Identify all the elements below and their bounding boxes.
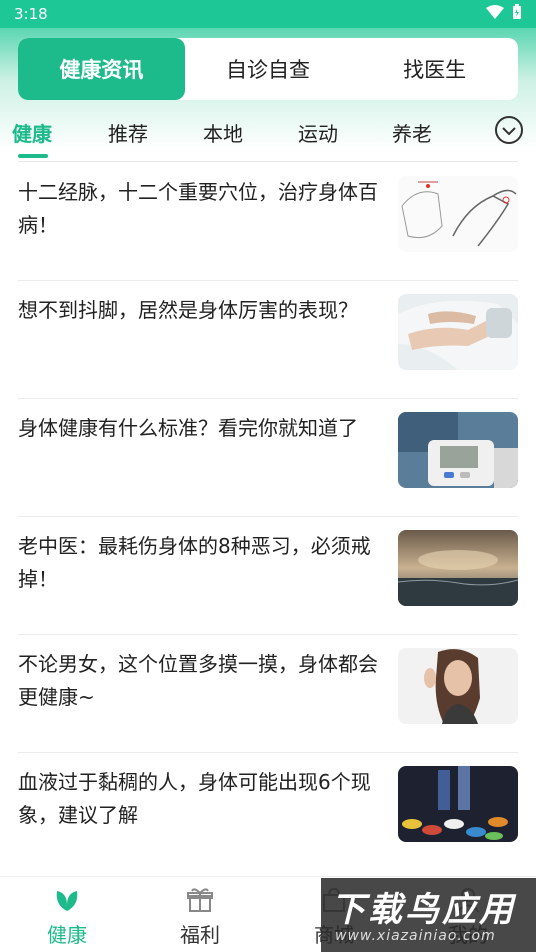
article-thumbnail [398, 766, 518, 842]
watermark-logo: 下载鸟应用 www.xiazainiao.com [321, 878, 536, 952]
article-item[interactable]: 想不到抖脚，居然是身体厉害的表现？ [18, 294, 518, 412]
article-title: 不论男女，这个位置多摸一摸，身体都会更健康~ [18, 652, 378, 709]
divider [18, 161, 518, 162]
article-title: 身体健康有什么标准？看完你就知道了 [18, 416, 358, 440]
article-divider [18, 634, 518, 635]
nav-health[interactable]: 健康 [27, 887, 107, 948]
category-recommend[interactable]: 推荐 [108, 118, 148, 147]
tab-self-diagnosis[interactable]: 自诊自查 [185, 38, 352, 100]
article-title: 血液过于黏稠的人，身体可能出现6个现象，建议了解 [18, 770, 371, 827]
nav-label: 福利 [180, 923, 220, 947]
acupuncture-image [398, 176, 518, 252]
article-thumbnail [398, 412, 518, 488]
nav-label: 健康 [47, 923, 87, 947]
category-sports[interactable]: 运动 [298, 118, 338, 147]
category-elderly[interactable]: 养老 [392, 118, 432, 147]
article-title: 十二经脉，十二个重要穴位，治疗身体百病！ [18, 180, 378, 237]
article-divider [18, 752, 518, 753]
article-item[interactable]: 不论男女，这个位置多摸一摸，身体都会更健康~ [18, 648, 518, 766]
status-bar: 3:18 [0, 0, 536, 28]
article-item[interactable]: 身体健康有什么标准？看完你就知道了 [18, 412, 518, 530]
category-tabs: 健康 推荐 本地 运动 养老 [0, 108, 536, 160]
leaf-icon [53, 891, 81, 917]
article-item[interactable]: 十二经脉，十二个重要穴位，治疗身体百病！ [18, 176, 518, 294]
battery-icon [512, 4, 522, 24]
status-time: 3:18 [14, 5, 48, 23]
expand-categories-button[interactable] [495, 116, 523, 144]
article-thumbnail [398, 648, 518, 724]
article-divider [18, 280, 518, 281]
tab-health-news[interactable]: 健康资讯 [18, 38, 185, 100]
legs-image [398, 294, 518, 370]
segment-tabs: 健康资讯 自诊自查 找医生 [18, 38, 518, 100]
article-title: 老中医：最耗伤身体的8种恶习，必须戒掉！ [18, 534, 371, 591]
pills-image [398, 766, 518, 842]
chevron-down-icon [502, 121, 516, 140]
watermark-url: www.xiazainiao.com [335, 928, 496, 944]
tab-find-doctor[interactable]: 找医生 [351, 38, 518, 100]
gift-icon [186, 888, 214, 917]
blood-pressure-monitor-image [398, 412, 518, 488]
article-thumbnail [398, 176, 518, 252]
active-category-indicator [18, 154, 48, 158]
category-health[interactable]: 健康 [12, 118, 52, 147]
nav-welfare[interactable]: 福利 [160, 887, 240, 948]
sea-sunset-image [398, 530, 518, 606]
article-divider [18, 398, 518, 399]
wifi-icon [486, 5, 504, 23]
article-item[interactable]: 血液过于黏稠的人，身体可能出现6个现象，建议了解 [18, 766, 518, 884]
article-thumbnail [398, 294, 518, 370]
article-title: 想不到抖脚，居然是身体厉害的表现？ [18, 298, 358, 322]
category-local[interactable]: 本地 [203, 118, 243, 147]
article-divider [18, 516, 518, 517]
article-item[interactable]: 老中医：最耗伤身体的8种恶习，必须戒掉！ [18, 530, 518, 648]
watermark-title: 下载鸟应用 [331, 890, 516, 930]
article-thumbnail [398, 530, 518, 606]
woman-listening-image [398, 648, 518, 724]
